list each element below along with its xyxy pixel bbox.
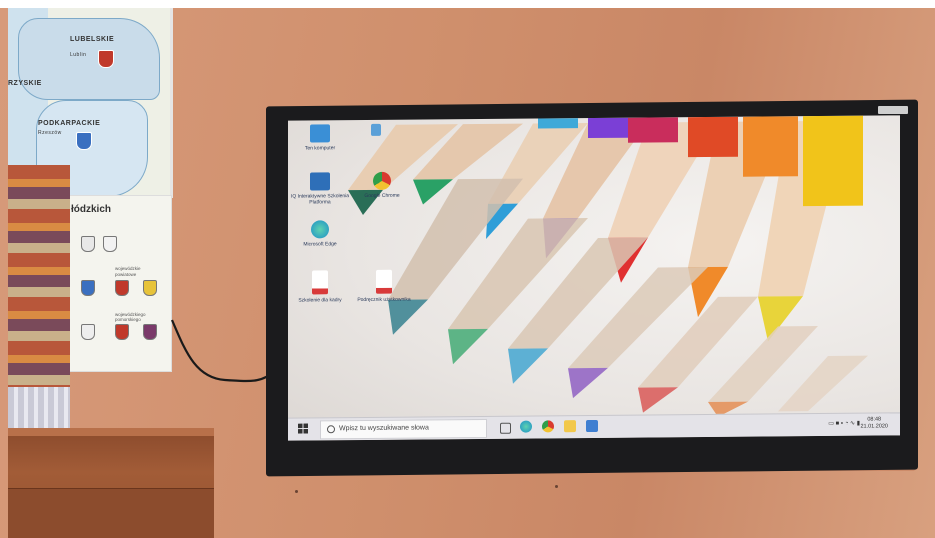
desktop-icon-label: Podręcznik użytkownika: [357, 296, 411, 304]
windows-start-icon[interactable]: [298, 423, 308, 434]
desktop-icon-label: Google Chrome: [364, 192, 400, 200]
system-tray[interactable]: ▭ ■ ▪ ◔ ∿ ▮: [828, 420, 860, 427]
desktop-icon-iq[interactable]: IQ Interaktywne Szkolenia Platforma: [290, 172, 350, 206]
desktop-icon-user-folder[interactable]: [346, 123, 406, 140]
wall-screw: [295, 490, 298, 493]
tv-sticker: [878, 106, 908, 114]
wooden-cabinet: [8, 428, 214, 538]
search-placeholder: Wpisz tu wyszukiwane słowa: [339, 424, 429, 433]
wall-screw: [555, 485, 558, 488]
user-folder-icon: [371, 123, 381, 136]
pdf-icon: [376, 269, 392, 294]
desktop-icon-chrome[interactable]: Google Chrome: [352, 171, 412, 200]
desktop-icon-pdf-1[interactable]: Szkolenie dla kadry: [290, 270, 350, 304]
edge-icon: [311, 220, 329, 239]
search-icon: [327, 425, 335, 434]
taskbar-search-box[interactable]: Wpisz tu wyszukiwane słowa: [320, 418, 487, 440]
edge-icon[interactable]: [520, 420, 532, 433]
desktop-icon-edge[interactable]: Microsoft Edge: [290, 220, 350, 248]
pdf-icon: [312, 270, 328, 295]
desktop-icon-label: Ten komputer: [304, 145, 336, 152]
desktop-icon-label: IQ Interaktywne Szkolenia Platforma: [290, 193, 350, 206]
desktop-icon-label: Szkolenie dla kadry: [298, 297, 342, 304]
chrome-icon[interactable]: [542, 420, 554, 433]
cabinet-drawer: [8, 488, 214, 538]
pencil-wallpaper-art: [348, 115, 868, 417]
cabinet-top: [8, 428, 214, 436]
tv-screen: Ten komputer IQ Interaktywne Szkolenia P…: [288, 115, 900, 441]
desktop-icon-this-pc[interactable]: Ten komputer: [290, 124, 350, 152]
store-icon[interactable]: [586, 419, 598, 433]
desktop-icon-pdf-2[interactable]: Podręcznik użytkownika: [354, 269, 414, 304]
photo-scene: LUBELSKIE Lublin RZYSKIE PODKARPACKIE Rz…: [0, 0, 935, 538]
chrome-icon: [373, 171, 391, 190]
file-explorer-icon[interactable]: [564, 420, 576, 433]
clock-date: 21.01.2020: [860, 423, 888, 430]
taskbar-clock[interactable]: 08:48 21.01.2020: [860, 416, 888, 430]
desktop-icon-label: Microsoft Edge: [303, 241, 337, 248]
computer-icon: [310, 124, 330, 143]
task-view-icon[interactable]: [500, 422, 511, 434]
iq-app-icon: [310, 172, 330, 191]
